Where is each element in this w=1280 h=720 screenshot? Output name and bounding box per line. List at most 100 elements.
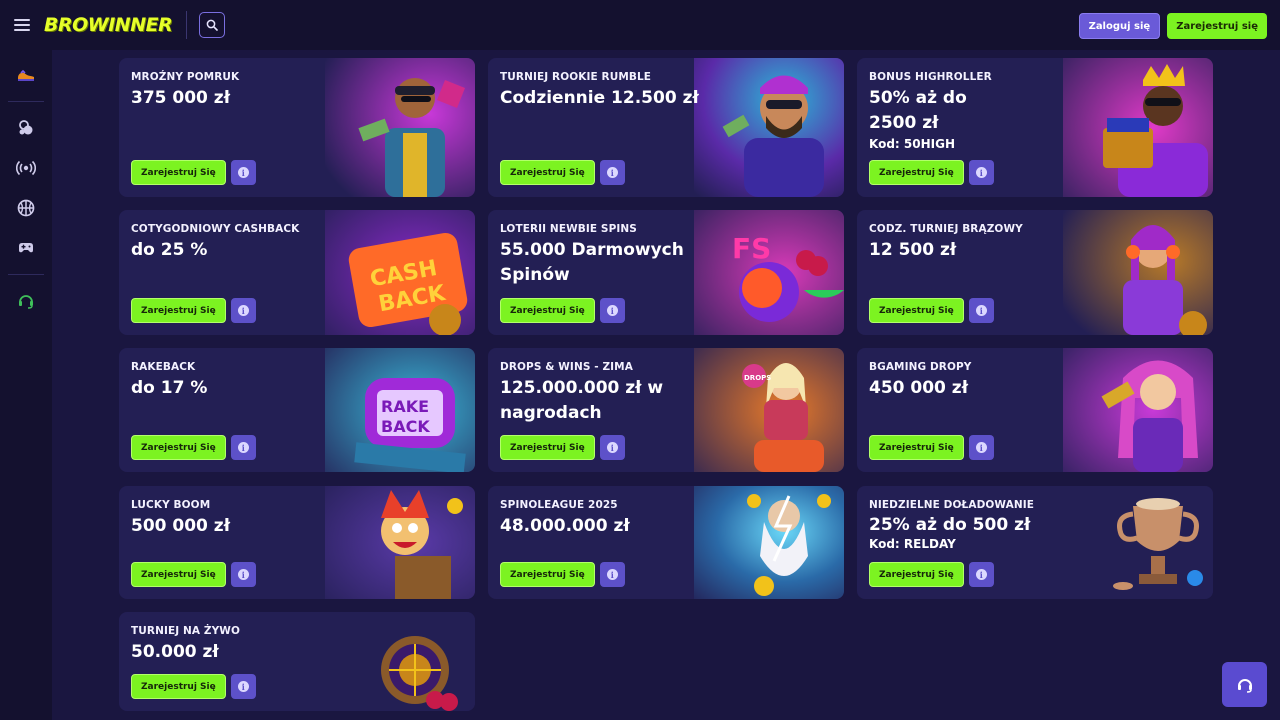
info-icon: i bbox=[975, 305, 987, 316]
sneaker-icon bbox=[18, 69, 34, 81]
promo-art-image bbox=[325, 58, 475, 197]
sidebar-item-support[interactable] bbox=[0, 281, 52, 321]
promo-art-image bbox=[325, 486, 475, 599]
hamburger-icon bbox=[14, 19, 30, 31]
promo-info-button[interactable]: i bbox=[599, 562, 625, 587]
promo-art-image bbox=[1063, 486, 1213, 599]
menu-button[interactable] bbox=[0, 0, 44, 50]
promo-info-button[interactable]: i bbox=[968, 435, 994, 460]
headset-support-icon bbox=[19, 295, 33, 309]
promo-art-image bbox=[1063, 348, 1213, 472]
promo-info-button[interactable]: i bbox=[230, 435, 256, 460]
promo-amount: 50.000 zł bbox=[131, 642, 219, 662]
promo-art-image bbox=[1063, 210, 1213, 335]
info-icon: i bbox=[237, 681, 249, 692]
info-icon: i bbox=[975, 167, 987, 178]
promo-info-button[interactable]: i bbox=[599, 160, 625, 185]
promo-art-image: RAKE BACK bbox=[325, 348, 475, 472]
promo-art-image bbox=[694, 486, 844, 599]
promo-amount: 12 500 zł bbox=[869, 240, 957, 260]
promo-card[interactable]: TURNIEJ NA ŻYWO 50.000 zł Zarejestruj Si… bbox=[119, 612, 475, 711]
promo-category: BONUS HIGHROLLER bbox=[869, 71, 992, 83]
info-icon: i bbox=[975, 569, 987, 580]
promo-category: NIEDZIELNE DOŁADOWANIE bbox=[869, 499, 1035, 511]
sidebar-item-live[interactable] bbox=[0, 148, 52, 188]
register-button[interactable]: Zarejestruj się bbox=[1167, 13, 1267, 39]
sidebar-item-games[interactable] bbox=[0, 228, 52, 268]
promo-category: BGAMING DROPY bbox=[869, 361, 972, 373]
promo-category: LOTERII NEWBIE SPINS bbox=[500, 223, 637, 235]
promo-card[interactable]: CASH BACK COTYGODNIOWY CASHBACK do 25 % … bbox=[119, 210, 475, 335]
top-bar: BROWINNER Zaloguj się Zarejestruj się bbox=[0, 0, 1280, 50]
promo-art-image: CASH BACK bbox=[325, 210, 475, 335]
promo-info-button[interactable]: i bbox=[968, 562, 994, 587]
info-icon: i bbox=[975, 442, 987, 453]
promo-register-button[interactable]: Zarejestruj Się bbox=[869, 435, 964, 460]
promo-card[interactable]: MROŹNY POMRUK 375 000 zł Zarejestruj Się… bbox=[119, 58, 475, 197]
promo-register-button[interactable]: Zarejestruj Się bbox=[500, 562, 595, 587]
promo-info-button[interactable]: i bbox=[230, 160, 256, 185]
promo-card[interactable]: LUCKY BOOM 500 000 zł Zarejestruj Się i bbox=[119, 486, 475, 599]
promo-category: CODZ. TURNIEJ BRĄZOWY bbox=[869, 223, 1023, 235]
promo-card[interactable]: SPINOLEAGUE 2025 48.000.000 zł Zarejestr… bbox=[488, 486, 844, 599]
promo-card[interactable]: RAKE BACK RAKEBACK do 17 % Zarejestruj S… bbox=[119, 348, 475, 472]
info-icon: i bbox=[237, 569, 249, 580]
promo-register-button[interactable]: Zarejestruj Się bbox=[131, 160, 226, 185]
svg-text:DROPS: DROPS bbox=[744, 374, 771, 382]
support-chat-button[interactable] bbox=[1222, 662, 1267, 707]
promo-art-image: DROPS bbox=[694, 348, 844, 472]
promo-info-button[interactable]: i bbox=[968, 298, 994, 323]
promo-info-button[interactable]: i bbox=[968, 160, 994, 185]
promo-card[interactable]: FS LOTERII NEWBIE SPINS 55.000 Darmowych… bbox=[488, 210, 844, 335]
promo-register-button[interactable]: Zarejestruj Się bbox=[131, 435, 226, 460]
promo-amount: 500 000 zł bbox=[131, 516, 231, 536]
search-button[interactable] bbox=[199, 12, 226, 38]
promo-info-button[interactable]: i bbox=[230, 562, 256, 587]
info-icon: i bbox=[606, 569, 618, 580]
promo-card[interactable]: CODZ. TURNIEJ BRĄZOWY 12 500 zł Zarejest… bbox=[857, 210, 1213, 335]
promo-register-button[interactable]: Zarejestruj Się bbox=[131, 298, 226, 323]
svg-text:FS: FS bbox=[732, 232, 771, 265]
promo-register-button[interactable]: Zarejestruj Się bbox=[500, 435, 595, 460]
promo-info-button[interactable]: i bbox=[230, 674, 256, 699]
login-button[interactable]: Zaloguj się bbox=[1078, 13, 1161, 39]
promo-info-button[interactable]: i bbox=[599, 298, 625, 323]
promo-card[interactable]: BGAMING DROPY 450 000 zł Zarejestruj Się… bbox=[857, 348, 1213, 472]
promo-category: RAKEBACK bbox=[131, 361, 196, 373]
promo-category: TURNIEJ NA ŻYWO bbox=[131, 625, 240, 637]
promo-info-button[interactable]: i bbox=[599, 435, 625, 460]
promo-card[interactable]: TURNIEJ ROOKIE RUMBLE Codziennie 12.500 … bbox=[488, 58, 844, 197]
basketball-icon bbox=[17, 199, 35, 217]
promo-amount: do 25 % bbox=[131, 240, 208, 260]
promo-code: Kod: RELDAY bbox=[869, 537, 956, 551]
sidebar-divider bbox=[8, 274, 44, 275]
promo-category: TURNIEJ ROOKIE RUMBLE bbox=[500, 71, 652, 83]
promo-info-button[interactable]: i bbox=[230, 298, 256, 323]
promo-card[interactable]: DROPS DROPS & WINS - ZIMA 125.000.000 zł… bbox=[488, 348, 844, 472]
promo-category: COTYGODNIOWY CASHBACK bbox=[131, 223, 300, 235]
info-icon: i bbox=[606, 167, 618, 178]
sidebar-item-sneaker[interactable] bbox=[0, 55, 52, 95]
site-logo[interactable]: BROWINNER bbox=[44, 14, 173, 36]
promo-register-button[interactable]: Zarejestruj Się bbox=[869, 160, 964, 185]
info-icon: i bbox=[606, 442, 618, 453]
info-icon: i bbox=[237, 305, 249, 316]
svg-text:RAKE: RAKE bbox=[381, 397, 429, 416]
promo-amount: 125.000.000 zł w nagrodach bbox=[500, 378, 664, 423]
header-divider bbox=[186, 11, 188, 39]
promo-register-button[interactable]: Zarejestruj Się bbox=[869, 298, 964, 323]
promo-register-button[interactable]: Zarejestruj Się bbox=[500, 298, 595, 323]
promo-register-button[interactable]: Zarejestruj Się bbox=[869, 562, 964, 587]
info-icon: i bbox=[237, 442, 249, 453]
promo-art-image bbox=[1063, 58, 1213, 197]
promo-card[interactable]: NIEDZIELNE DOŁADOWANIE 25% aż do 500 zł … bbox=[857, 486, 1213, 599]
promo-register-button[interactable]: Zarejestruj Się bbox=[131, 562, 226, 587]
sidebar-item-casino[interactable] bbox=[0, 108, 52, 148]
promo-amount: 48.000.000 zł bbox=[500, 516, 630, 536]
sidebar-item-sports[interactable] bbox=[0, 188, 52, 228]
promo-register-button[interactable]: Zarejestruj Się bbox=[500, 160, 595, 185]
promo-category: MROŹNY POMRUK bbox=[131, 71, 240, 83]
casino-chips-icon bbox=[19, 120, 33, 135]
promo-card[interactable]: BONUS HIGHROLLER 50% aż do 2500 zł Kod: … bbox=[857, 58, 1213, 197]
promo-register-button[interactable]: Zarejestruj Się bbox=[131, 674, 226, 699]
